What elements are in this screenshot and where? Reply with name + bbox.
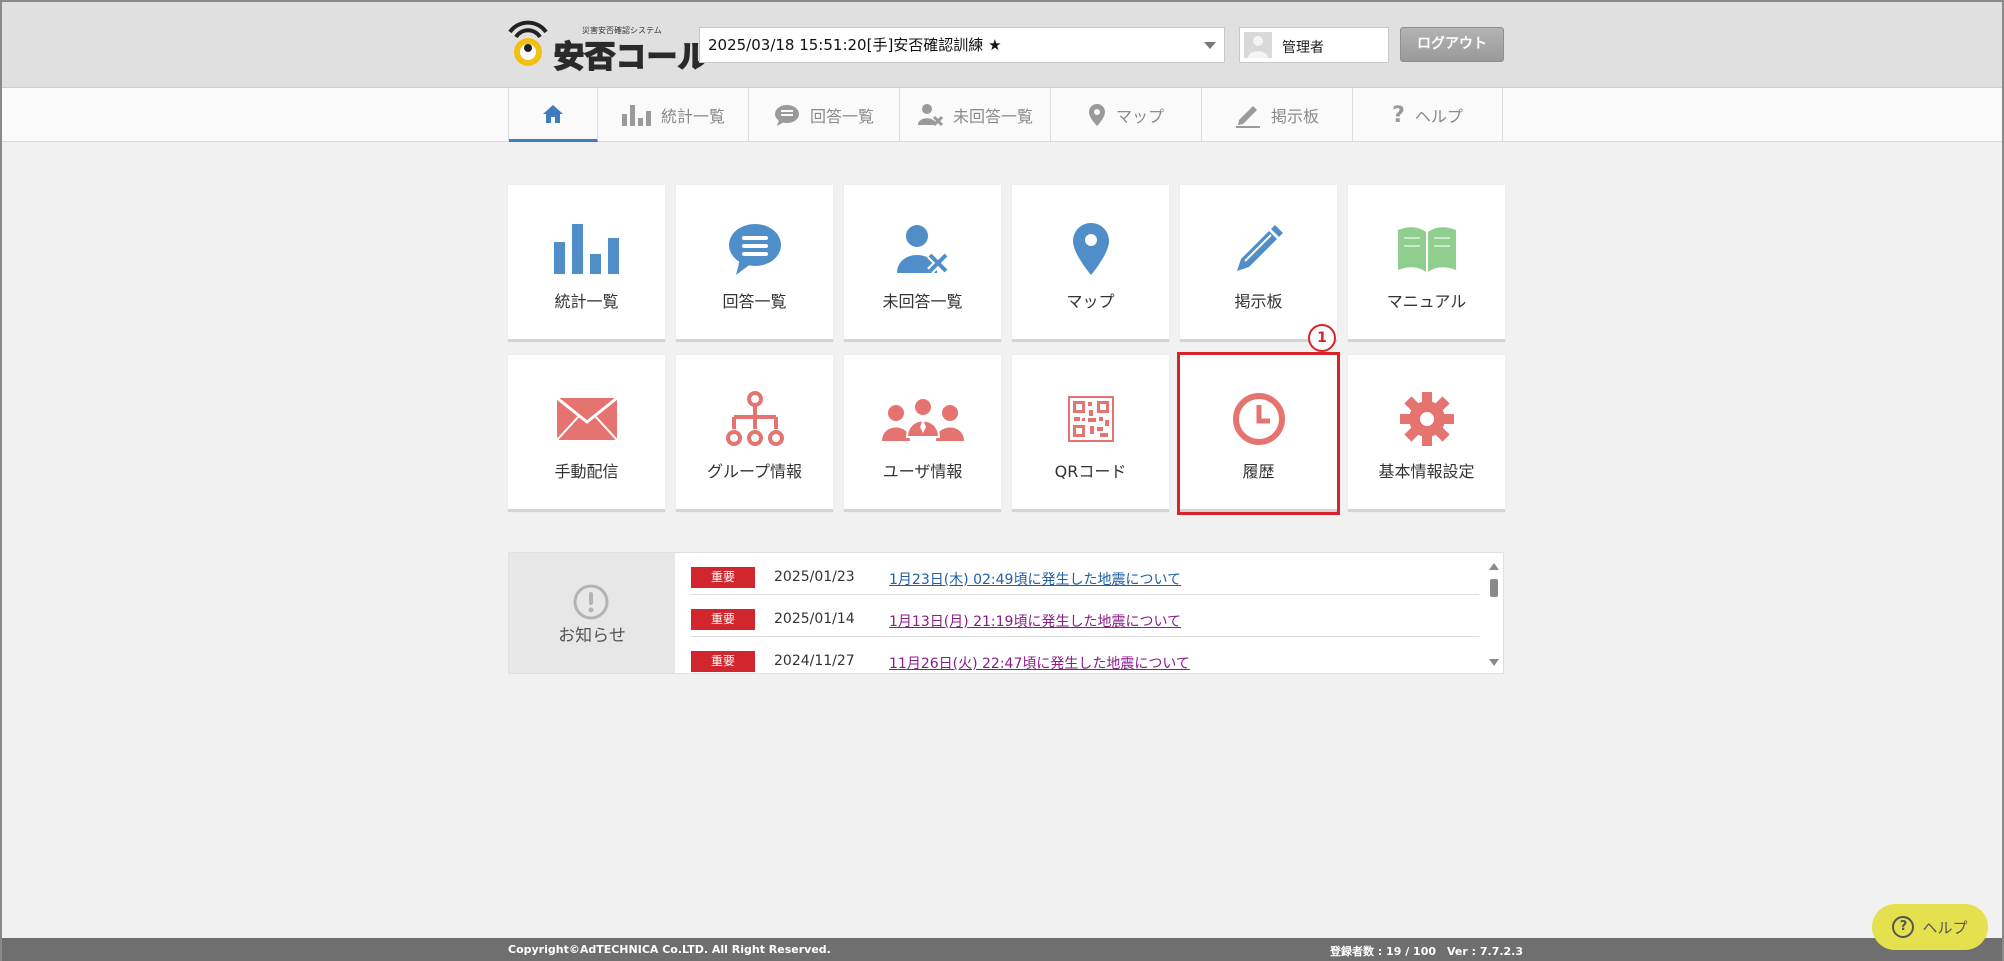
tile-label: 履歴 [1242,462,1275,481]
important-badge: 重要 [691,609,755,630]
nav-item-board[interactable]: 掲示板 [1202,88,1353,142]
notice-header: お知らせ [509,553,675,673]
notice-date: 2024/11/27 [774,653,855,669]
book-icon [1397,227,1456,272]
notice-list: 重要 2025/01/23 1月23日(木) 02:49頃に発生した地震について… [691,553,1481,673]
list-item: 重要 2024/11/27 11月26日(火) 22:47頃に発生した地震につい… [691,637,1479,673]
list-item: 重要 2025/01/14 1月13日(月) 21:19頃に発生した地震について [691,595,1479,637]
tile-label: マップ [1066,292,1115,311]
pencil-icon [1235,106,1260,128]
user-info: 管理者 [1239,27,1389,63]
chevron-down-icon [1204,42,1216,49]
tile-label: 統計一覧 [554,292,619,311]
scroll-thumb[interactable] [1490,579,1498,597]
logo-signal-icon [508,20,548,66]
notice-link[interactable]: 1月13日(月) 21:19頃に発生した地震について [889,611,1181,631]
tile-label: QRコード [1054,462,1127,481]
tile-qr-code[interactable]: QRコード [1012,355,1169,512]
tile-stats[interactable]: 統計一覧 [508,185,665,342]
nav-label-help: ヘルプ [1414,107,1463,126]
tile-manual[interactable]: マニュアル [1348,185,1505,342]
tile-label: ユーザ情報 [882,462,963,481]
chat-icon [774,105,799,126]
help-button-label: ヘルプ [1922,918,1968,937]
logout-button[interactable]: ログアウト [1400,27,1504,62]
tile-label: 手動配信 [554,462,619,481]
tile-history[interactable]: 履歴 [1177,352,1340,515]
tile-label: 未回答一覧 [882,292,963,311]
nav-item-answers[interactable]: 回答一覧 [749,88,900,142]
event-select[interactable]: 2025/03/18 15:51:20[手]安否確認訓練 ★ [699,27,1225,63]
tile-manual-delivery[interactable]: 手動配信 [508,355,665,512]
app-logo[interactable]: 災害安否確認システム 安否コール [506,18,709,76]
pencil-icon [1236,225,1283,271]
notice-scrollbar[interactable] [1487,557,1501,671]
nav-item-home[interactable] [509,88,598,142]
avatar [1244,32,1272,58]
notice-title: お知らせ [558,626,626,646]
event-select-value: 2025/03/18 15:51:20[手]安否確認訓練 ★ [708,36,1002,54]
nav-item-unanswered[interactable]: 未回答一覧 [900,88,1051,142]
logo-text: 安否コール [553,39,709,76]
tile-label: グループ情報 [706,462,803,481]
nav-item-map[interactable]: マップ [1051,88,1202,142]
question-icon: ? [1392,102,1405,128]
tile-answers[interactable]: 回答一覧 [676,185,833,342]
nav-label-unanswered: 未回答一覧 [952,107,1033,126]
map-pin-icon [1072,223,1109,275]
important-badge: 重要 [691,651,755,672]
scroll-down-arrow-icon[interactable] [1489,659,1499,666]
user-x-icon [917,104,943,127]
tile-label: 掲示板 [1234,292,1283,311]
home-icon [543,104,563,123]
footer: Copyright©AdTECHNICA Co.LTD. All Right R… [2,938,2002,961]
tile-label: 基本情報設定 [1378,462,1475,481]
tile-user-info[interactable]: ユーザ情報 [844,355,1001,512]
bar-chart-icon [553,224,619,274]
tile-unanswered[interactable]: 未回答一覧 [844,185,1001,342]
nav-item-help[interactable]: ? ヘルプ [1353,88,1503,142]
nav-label-stats: 統計一覧 [660,107,725,126]
mail-icon [556,398,617,440]
copyright: Copyright©AdTECHNICA Co.LTD. All Right R… [508,943,831,956]
tile-map[interactable]: マップ [1012,185,1169,342]
map-pin-icon [1088,104,1105,126]
chat-icon [728,224,781,275]
nav-label-board: 掲示板 [1270,107,1319,126]
user-x-icon [896,225,949,274]
tile-label: マニュアル [1386,292,1467,311]
scroll-up-arrow-icon[interactable] [1489,563,1499,570]
nav-label-answers: 回答一覧 [809,107,874,126]
hierarchy-icon [725,391,784,446]
tile-label: 回答一覧 [722,292,787,311]
gear-icon [1399,392,1454,446]
bar-chart-icon [621,105,651,126]
users-icon [881,397,964,441]
nav-label-map: マップ [1115,107,1164,126]
notice-date: 2025/01/14 [774,611,855,627]
clock-icon [1232,393,1285,445]
notice-panel: お知らせ 重要 2025/01/23 1月23日(木) 02:49頃に発生した地… [508,552,1504,674]
annotation-badge: 1 [1308,324,1336,352]
app-header: 災害安否確認システム 安否コール 2025/03/18 15:51:20[手]安… [2,2,2002,88]
main-nav: 統計一覧 回答一覧 未回答一覧 マップ 掲示板 ? ヘルプ [2,88,2002,142]
question-circle-icon: ? [1892,916,1915,938]
qr-code-icon [1067,396,1114,442]
nav-item-stats[interactable]: 統計一覧 [598,88,749,142]
important-badge: 重要 [691,567,755,588]
notice-link[interactable]: 11月26日(火) 22:47頃に発生した地震について [889,653,1190,673]
help-button[interactable]: ? ヘルプ [1872,904,1988,950]
user-name: 管理者 [1282,40,1324,56]
user-icon [1248,36,1268,58]
tile-group-info[interactable]: グループ情報 [676,355,833,512]
tile-basic-settings[interactable]: 基本情報設定 [1348,355,1505,512]
tile-board[interactable]: 掲示板 [1180,185,1337,342]
notice-date: 2025/01/23 [774,569,855,585]
notice-link[interactable]: 1月23日(木) 02:49頃に発生した地震について [889,569,1181,589]
exclamation-circle-icon [573,584,609,620]
list-item: 重要 2025/01/23 1月23日(木) 02:49頃に発生した地震について [691,553,1479,595]
registration-info: 登録者数 : 19 / 100 Ver : 7.7.2.3 [1330,945,1524,958]
